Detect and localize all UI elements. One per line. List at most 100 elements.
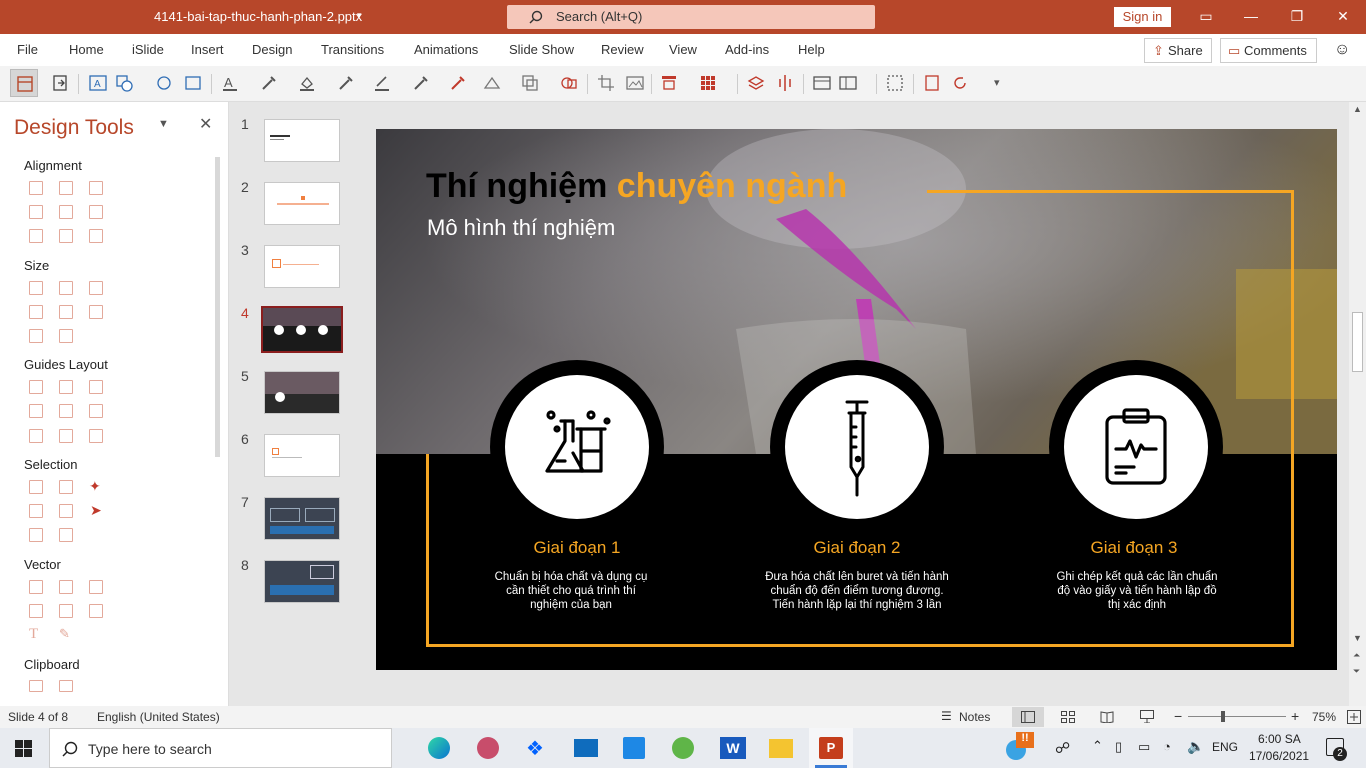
slide-thumbnail-6[interactable] — [264, 434, 340, 477]
distribute-horizontal-icon[interactable] — [29, 229, 43, 243]
zoom-level[interactable]: 75% — [1312, 710, 1336, 724]
align-top-icon[interactable] — [29, 205, 43, 219]
menu-islide[interactable]: iSlide — [132, 42, 164, 57]
align-bottom-icon[interactable] — [89, 205, 103, 219]
scroll-down-icon[interactable]: ▼ — [1353, 633, 1362, 643]
sign-in-button[interactable]: Sign in — [1114, 7, 1171, 27]
slide-thumbnail-3[interactable] — [264, 245, 340, 288]
guide-span-h-icon[interactable] — [29, 429, 43, 443]
paste-icon[interactable] — [59, 680, 73, 692]
guide-top-icon[interactable] — [29, 404, 43, 418]
guide-middle-icon[interactable] — [59, 404, 73, 418]
scroll-thumb[interactable] — [1352, 312, 1363, 372]
edge-icon[interactable] — [428, 737, 450, 759]
same-width-icon[interactable] — [29, 281, 43, 295]
zoom-slider-thumb[interactable] — [1221, 711, 1225, 722]
align-right-icon[interactable] — [89, 181, 103, 195]
table-icon[interactable] — [839, 74, 857, 92]
guide-right-icon[interactable] — [89, 380, 103, 394]
reading-view-icon[interactable] — [1100, 710, 1114, 723]
clock-time[interactable]: 6:00 SA — [1258, 732, 1301, 746]
guide-left-icon[interactable] — [29, 380, 43, 394]
file-name[interactable]: 4141-bai-tap-thuc-hanh-phan-2.pptx — [154, 9, 362, 24]
fill-eyedropper-icon[interactable] — [337, 74, 355, 92]
menu-insert[interactable]: Insert — [191, 42, 224, 57]
mail-icon[interactable] — [574, 739, 598, 757]
line-color-icon[interactable] — [373, 74, 391, 92]
cursor-icon[interactable]: ➤ — [90, 502, 102, 519]
menu-review[interactable]: Review — [601, 42, 644, 57]
export-image-icon[interactable] — [886, 74, 904, 92]
intersect-icon[interactable] — [29, 604, 43, 618]
zoom-out-icon[interactable]: − — [1174, 708, 1182, 724]
crop-icon[interactable] — [597, 74, 615, 92]
slide-sorter-icon[interactable] — [1061, 711, 1075, 723]
guide-bottom-icon[interactable] — [89, 404, 103, 418]
layers-icon[interactable] — [747, 74, 765, 92]
paint-app-icon[interactable] — [477, 737, 499, 759]
same-height-icon[interactable] — [59, 281, 73, 295]
select-same-icon[interactable] — [29, 480, 43, 494]
align-top-icon[interactable] — [660, 74, 678, 92]
store-icon[interactable] — [623, 737, 645, 759]
guide-span-v-icon[interactable] — [59, 429, 73, 443]
volume-icon[interactable]: 🔈 — [1187, 738, 1204, 755]
normal-view-button[interactable] — [1012, 707, 1044, 727]
size-right-icon[interactable] — [59, 329, 73, 343]
distribute-icon[interactable] — [776, 74, 794, 92]
align-center-icon[interactable] — [59, 181, 73, 195]
refresh-icon[interactable] — [951, 74, 969, 92]
device-icon[interactable]: ▯ — [1115, 739, 1122, 755]
zoom-in-icon[interactable]: + — [1291, 708, 1299, 724]
menu-view[interactable]: View — [669, 42, 697, 57]
input-language[interactable]: ENG — [1212, 740, 1238, 754]
guide-grid-icon[interactable] — [89, 429, 103, 443]
same-size-icon[interactable] — [89, 281, 103, 295]
text-vector-icon[interactable]: T — [29, 626, 38, 643]
tray-overflow-icon[interactable]: ⌃ — [1092, 738, 1103, 754]
menu-transitions[interactable]: Transitions — [321, 42, 384, 57]
duplicate-icon[interactable] — [521, 74, 539, 92]
copy-icon[interactable] — [29, 680, 43, 692]
comments-button[interactable]: ▭ Comments — [1220, 38, 1317, 63]
customize-toolbar-icon[interactable]: ▾ — [994, 76, 1000, 89]
shape-merge-icon[interactable] — [560, 74, 578, 92]
people-icon[interactable]: ☍ — [1055, 739, 1070, 757]
chevron-down-icon[interactable]: ▾ — [357, 10, 362, 21]
picture-icon[interactable] — [626, 74, 644, 92]
select-group-icon[interactable] — [29, 504, 43, 518]
combine-icon[interactable] — [59, 580, 73, 594]
ribbon-display-icon[interactable]: ▭ — [1196, 8, 1216, 26]
slide-thumbnail-1[interactable] — [264, 119, 340, 162]
pane-close-icon[interactable]: ✕ — [199, 114, 212, 134]
line-eyedropper-icon[interactable] — [412, 74, 430, 92]
slide-thumbnail-7[interactable] — [264, 497, 340, 540]
close-icon[interactable]: ✕ — [1333, 8, 1353, 26]
magic-wand-icon[interactable]: ✦ — [89, 478, 101, 495]
select-type-icon[interactable] — [59, 480, 73, 494]
design-tools-toggle[interactable] — [10, 69, 38, 97]
distribute-vertical-icon[interactable] — [59, 229, 73, 243]
subtract-icon[interactable] — [59, 604, 73, 618]
dropbox-icon[interactable]: ❖ — [526, 736, 544, 761]
slide-thumbnail-5[interactable] — [264, 371, 340, 414]
grid-icon[interactable] — [699, 74, 717, 92]
smiley-icon[interactable]: ☺ — [1334, 41, 1350, 59]
notes-button[interactable]: Notes — [959, 710, 990, 724]
previous-slide-icon[interactable]: ⏶ — [1353, 650, 1360, 661]
language-indicator[interactable]: English (United States) — [97, 710, 220, 724]
slide-thumbnail-4-selected[interactable] — [261, 306, 343, 353]
vertical-scrollbar[interactable]: ▲ ▼ ⏶ ⏷ — [1349, 102, 1366, 706]
shapes-icon[interactable] — [115, 74, 133, 92]
zoom-slider[interactable] — [1188, 716, 1286, 717]
select-send-icon[interactable] — [59, 528, 73, 542]
next-slide-icon[interactable]: ⏷ — [1353, 666, 1360, 677]
fill-slide-icon[interactable] — [89, 305, 103, 319]
menu-design[interactable]: Design — [252, 42, 292, 57]
slideshow-icon[interactable] — [1140, 710, 1154, 723]
powerpoint-taskbar-button[interactable]: P — [809, 728, 853, 768]
word-icon[interactable]: W — [720, 737, 746, 759]
select-layer-icon[interactable] — [59, 504, 73, 518]
pane-options-icon[interactable]: ▼ — [158, 118, 169, 130]
slide-canvas[interactable]: Thí nghiệm chuyên ngành Mô hình thí nghi… — [376, 129, 1337, 670]
